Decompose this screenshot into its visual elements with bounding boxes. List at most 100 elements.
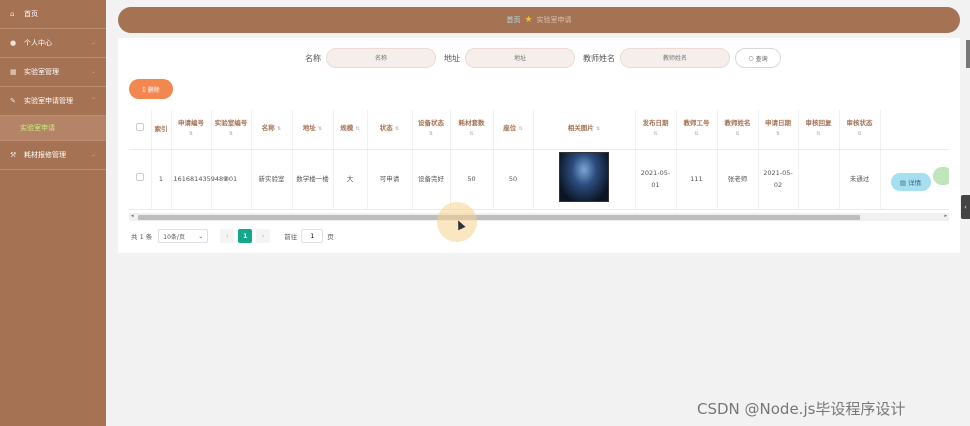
cell-actions: ▤ 详情 <box>880 149 949 210</box>
wrench-icon: ✎ <box>10 97 16 105</box>
delete-button[interactable]: ▯ 删除 <box>129 79 173 99</box>
name-input[interactable] <box>326 48 436 68</box>
cell-teacher-id: 111 <box>676 149 718 210</box>
table-header-row: 索引 申请编号 ⇅ 实验室编号 ⇅ 名称 ⇅ 地址 ⇅ 规模 ⇅ 状态 ⇅ 设备状态… <box>129 110 949 150</box>
cell-publish-date: 2021-05-01 <box>635 149 677 210</box>
col-header[interactable]: 名称 ⇅ <box>251 110 293 150</box>
sidebar-item-profile[interactable]: ● 个人中心 ⌄ <box>0 29 106 58</box>
sidebar-item-consumable-repair[interactable]: ⚒ 耗材报修管理 ⌄ <box>0 141 106 170</box>
page-number-current[interactable]: 1 <box>238 229 253 243</box>
cell-kits: 50 <box>450 149 494 210</box>
col-header[interactable]: 教师工号 ⇅ <box>676 110 718 150</box>
sidebar: ⌂ 首页 ● 个人中心 ⌄ ▦ 实验室管理 ⌄ ✎ 实验室申请管理 ⌃ 实验室申… <box>0 0 106 426</box>
chevron-up-icon: ⌃ <box>90 97 96 104</box>
chevron-down-icon: ⌄ <box>90 68 96 75</box>
col-header[interactable]: 座位 ⇅ <box>493 110 534 150</box>
home-icon: ⌂ <box>10 10 15 18</box>
cell-status: 可申请 <box>367 149 413 210</box>
sidebar-item-label: 实验室申请 <box>20 124 55 132</box>
col-header[interactable]: 申请编号 ⇅ <box>171 110 212 150</box>
teacher-name-input[interactable] <box>620 48 730 68</box>
tool-icon: ⚒ <box>10 151 17 159</box>
col-header[interactable]: 耗材套数 ⇅ <box>450 110 494 150</box>
col-header[interactable]: 设备状态 ⇅ <box>412 110 451 150</box>
col-header-actions <box>880 110 949 150</box>
pagination: 共 1 条 10条/页 ⌄ ‹ 1 › 前往 页 <box>131 229 334 243</box>
horizontal-scrollbar[interactable]: ◂ ▸ <box>129 213 949 221</box>
side-panel-toggle-icon[interactable]: ‹ <box>961 195 970 219</box>
chevron-down-icon: ⌄ <box>198 232 204 240</box>
chevron-down-icon: ⌄ <box>90 39 96 46</box>
col-header[interactable]: 相关图片 ⇅ <box>533 110 636 150</box>
sidebar-item-label: 耗材报修管理 <box>24 151 66 159</box>
col-header[interactable]: 教师姓名 ⇅ <box>717 110 759 150</box>
page-unit-label: 页 <box>327 233 334 241</box>
address-label: 地址 <box>444 53 460 63</box>
data-table: 索引 申请编号 ⇅ 实验室编号 ⇅ 名称 ⇅ 地址 ⇅ 规模 ⇅ 状态 ⇅ 设备状态… <box>129 110 949 210</box>
col-header[interactable]: 地址 ⇅ <box>292 110 334 150</box>
sidebar-item-lab-application-management[interactable]: ✎ 实验室申请管理 ⌃ <box>0 87 106 116</box>
delete-button-label: 删除 <box>147 86 160 94</box>
building-icon: ▦ <box>10 68 17 76</box>
goto-page-input[interactable] <box>301 229 324 243</box>
cell-device: 设备完好 <box>412 149 451 210</box>
page-size-select[interactable]: 10条/页 ⌄ <box>158 229 209 243</box>
cell-seats: 50 <box>493 149 534 210</box>
cell-apply-date: 2021-05-02 <box>758 149 799 210</box>
trash-icon: ▯ <box>142 85 146 93</box>
search-button[interactable]: ○ 查询 <box>735 48 781 68</box>
name-label: 名称 <box>305 53 321 63</box>
user-icon: ● <box>10 39 17 47</box>
search-form: 名称 地址 教师姓名 ○ 查询 <box>118 48 960 68</box>
star-icon: ★ <box>524 15 533 25</box>
row-checkbox-cell[interactable] <box>129 149 152 210</box>
col-header[interactable]: 审核回复 ⇅ <box>798 110 840 150</box>
col-header[interactable]: 状态 ⇅ <box>367 110 413 150</box>
cell-audit-status: 未通过 <box>839 149 881 210</box>
scroll-left-icon[interactable]: ◂ <box>131 213 134 219</box>
sidebar-item-label: 个人中心 <box>24 39 52 47</box>
chevron-down-icon: ⌄ <box>90 151 96 158</box>
sidebar-item-label: 实验室申请管理 <box>24 97 73 105</box>
checkbox[interactable] <box>135 173 144 181</box>
address-input[interactable] <box>465 48 575 68</box>
prev-page-button[interactable]: ‹ <box>220 229 235 243</box>
sidebar-item-lab-management[interactable]: ▦ 实验室管理 ⌄ <box>0 58 106 87</box>
col-header[interactable]: 审核状态 ⇅ <box>839 110 881 150</box>
col-header[interactable]: 申请日期 ⇅ <box>758 110 799 150</box>
scrollbar-thumb[interactable] <box>138 215 860 220</box>
col-header[interactable]: 实验室编号 ⇅ <box>211 110 252 150</box>
checkbox[interactable] <box>135 123 144 132</box>
cell-scale: 大 <box>333 149 368 210</box>
scroll-right-icon[interactable]: ▸ <box>944 213 947 219</box>
cell-teacher-name: 张老师 <box>717 149 759 210</box>
cell-image <box>533 149 636 210</box>
col-header[interactable]: 规模 ⇅ <box>333 110 368 150</box>
sidebar-item-home[interactable]: ⌂ 首页 <box>0 0 106 29</box>
cell-index: 1 <box>151 149 172 210</box>
edit-button[interactable] <box>932 167 949 185</box>
breadcrumb-home[interactable]: 首页 <box>506 15 520 25</box>
next-page-button[interactable]: › <box>256 229 271 243</box>
sidebar-item-label: 实验室管理 <box>24 68 59 76</box>
window-scrollbar[interactable] <box>966 40 970 68</box>
col-header[interactable]: 发布日期 ⇅ <box>635 110 677 150</box>
cell-name: 新实验室 <box>251 149 293 210</box>
breadcrumb: 首页 ★ 实验室申请 <box>118 7 960 33</box>
sidebar-subitem-lab-application[interactable]: 实验室申请 <box>0 116 106 141</box>
sidebar-item-label: 首页 <box>24 10 38 18</box>
cell-address: 数学楼一楼 <box>292 149 334 210</box>
col-header: 索引 <box>151 110 172 150</box>
cell-app-no: 1616814359489 <box>171 149 227 210</box>
search-button-label: 查询 <box>755 55 768 63</box>
goto-label: 前往 <box>284 233 298 241</box>
lab-photo[interactable] <box>559 152 609 202</box>
detail-button[interactable]: ▤ 详情 <box>890 173 931 191</box>
teacher-name-label: 教师姓名 <box>583 53 615 63</box>
select-all-checkbox[interactable] <box>129 110 152 150</box>
cell-reply <box>798 149 840 210</box>
total-count: 共 1 条 <box>131 233 153 241</box>
table-row: 1 1616814359489 001 新实验室 数学楼一楼 大 可申请 设备完… <box>129 149 949 210</box>
breadcrumb-current: 实验室申请 <box>536 16 572 24</box>
watermark: CSDN @Node.js毕设程序设计 <box>697 400 906 418</box>
